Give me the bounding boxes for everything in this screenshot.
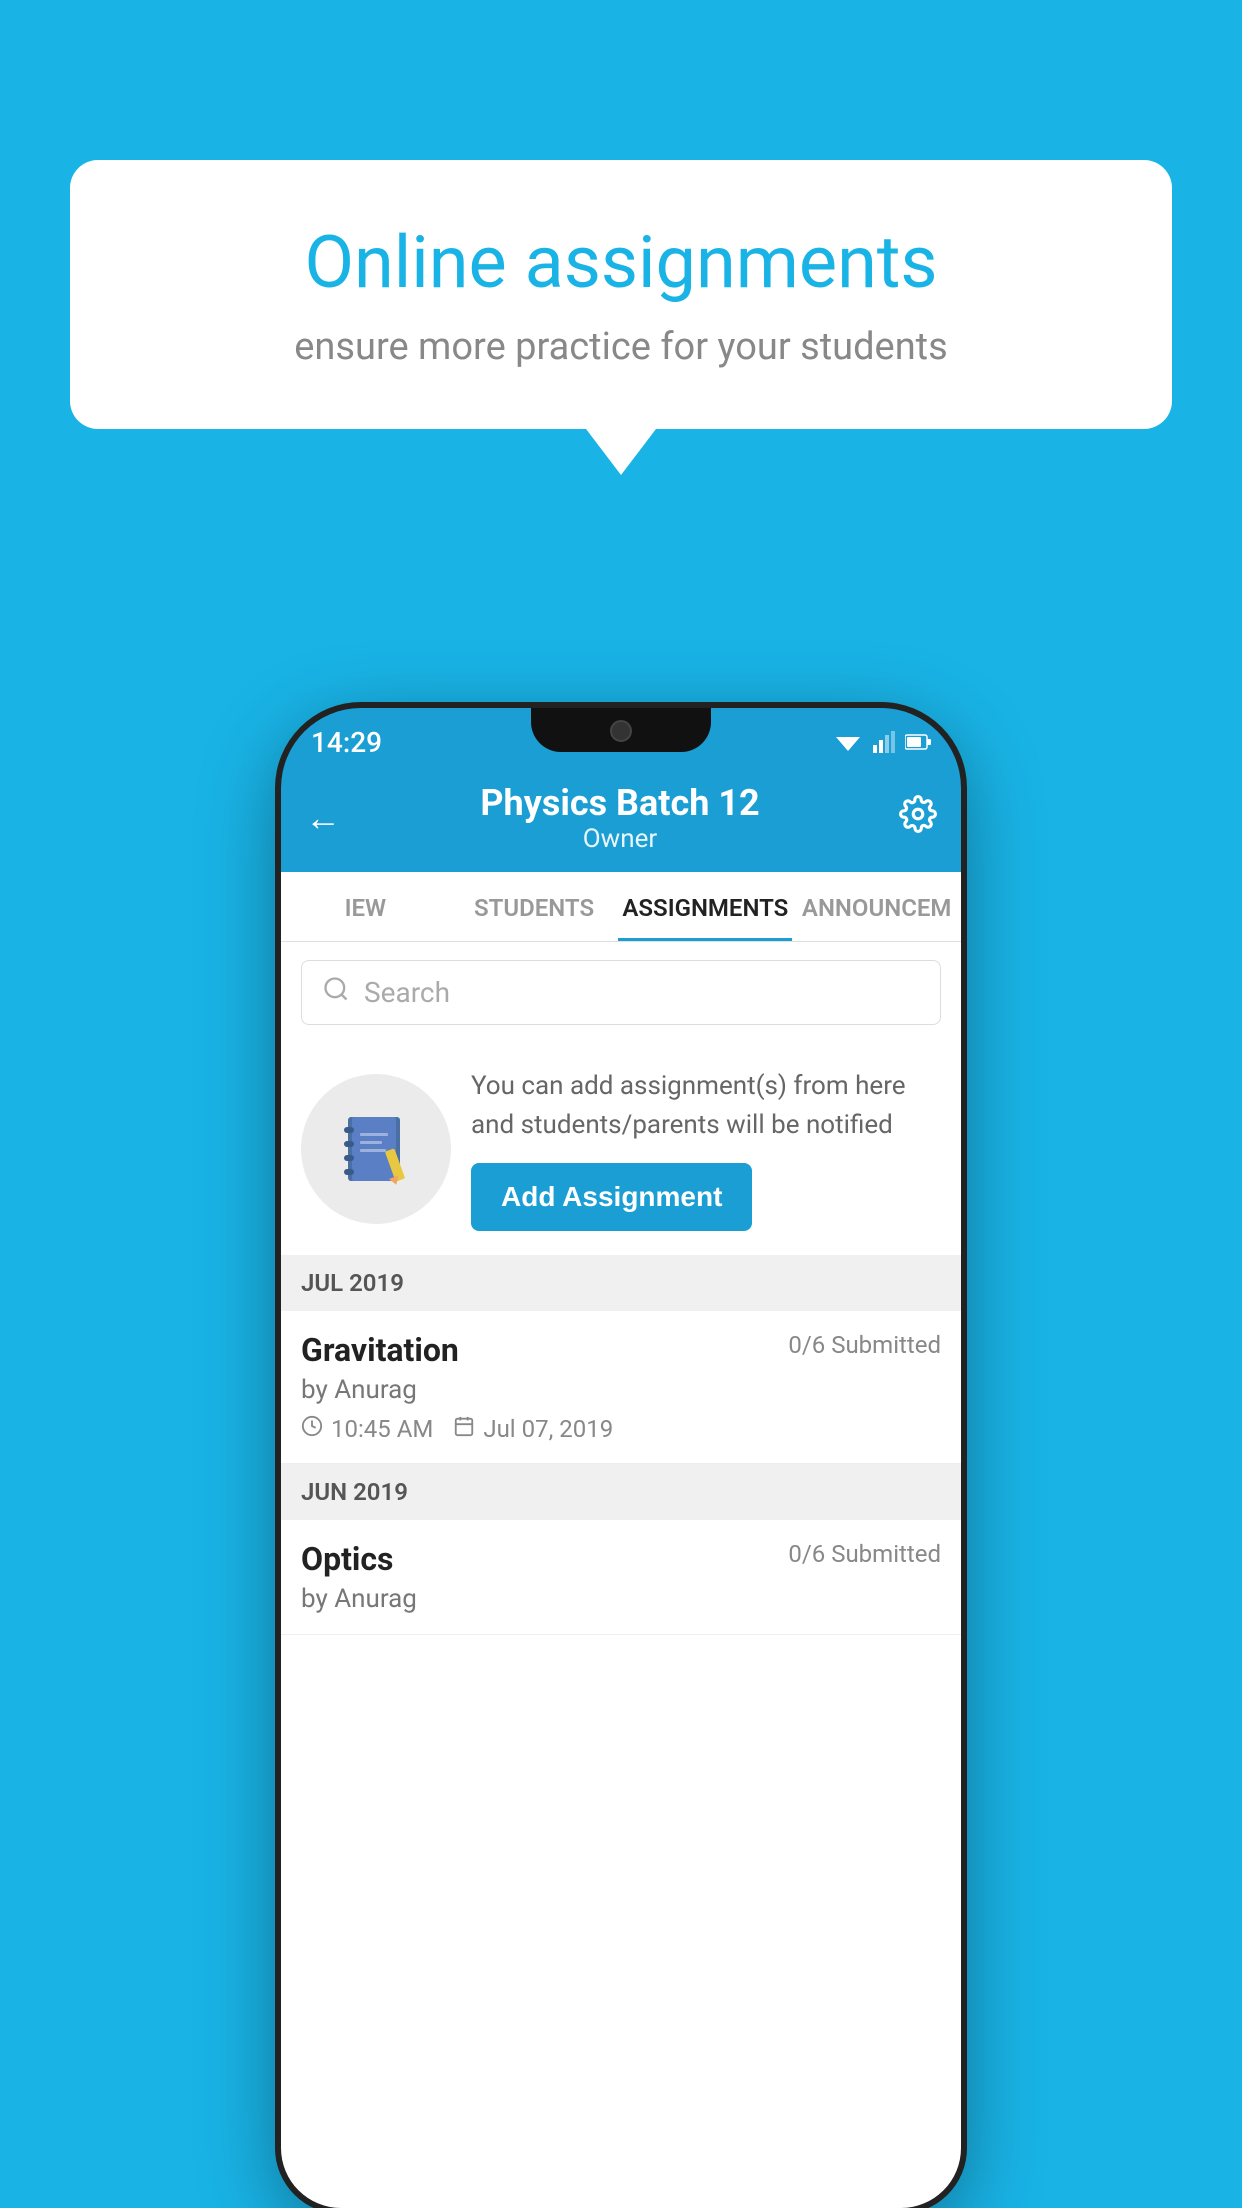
assignment-name-optics: Optics xyxy=(301,1540,393,1578)
status-icons xyxy=(833,731,931,753)
promo-text: You can add assignment(s) from here and … xyxy=(471,1067,941,1145)
back-button[interactable]: ← xyxy=(305,797,341,839)
assignment-meta-gravitation: 10:45 AM Jul 07, 2019 xyxy=(301,1415,941,1443)
assignment-top: Gravitation 0/6 Submitted xyxy=(301,1331,941,1369)
status-time: 14:29 xyxy=(311,726,382,759)
assignment-name-gravitation: Gravitation xyxy=(301,1331,459,1369)
tab-announcements[interactable]: ANNOUNCEM xyxy=(792,872,961,941)
notebook-icon xyxy=(336,1109,416,1189)
promo-icon-circle xyxy=(301,1074,451,1224)
add-assignment-button[interactable]: Add Assignment xyxy=(471,1163,752,1231)
tab-iew[interactable]: IEW xyxy=(281,872,450,941)
battery-icon xyxy=(905,733,931,751)
assignment-time: 10:45 AM xyxy=(301,1415,433,1443)
phone-notch xyxy=(531,708,711,752)
app-header: ← Physics Batch 12 Owner xyxy=(281,768,961,872)
tab-assignments[interactable]: ASSIGNMENTS xyxy=(618,872,792,941)
phone-frame: 14:29 ← Physics Batch 12 xyxy=(281,708,961,2208)
search-placeholder: Search xyxy=(364,976,450,1009)
wifi-icon xyxy=(833,731,863,753)
speech-bubble: Online assignments ensure more practice … xyxy=(70,160,1172,429)
assignment-date: Jul 07, 2019 xyxy=(453,1415,613,1443)
assignment-submitted-optics: 0/6 Submitted xyxy=(788,1540,941,1568)
section-header-jul: JUL 2019 xyxy=(281,1255,961,1311)
phone-screen: Search xyxy=(281,942,961,2208)
speech-bubble-subtitle: ensure more practice for your students xyxy=(140,325,1102,369)
speech-bubble-title: Online assignments xyxy=(140,220,1102,305)
speech-bubble-container: Online assignments ensure more practice … xyxy=(70,160,1172,429)
header-title-main: Physics Batch 12 xyxy=(480,782,759,824)
assignment-by-optics: by Anurag xyxy=(301,1584,941,1614)
assignment-submitted-gravitation: 0/6 Submitted xyxy=(788,1331,941,1359)
search-svg-icon xyxy=(322,975,350,1003)
add-assignment-promo: You can add assignment(s) from here and … xyxy=(281,1043,961,1255)
promo-content: You can add assignment(s) from here and … xyxy=(471,1067,941,1231)
section-header-jun: JUN 2019 xyxy=(281,1464,961,1520)
assignment-date-value: Jul 07, 2019 xyxy=(483,1415,613,1443)
camera xyxy=(610,720,632,742)
search-bar: Search xyxy=(281,942,961,1043)
search-icon xyxy=(322,975,350,1010)
tab-bar: IEW STUDENTS ASSIGNMENTS ANNOUNCEM xyxy=(281,872,961,942)
assignment-item-optics[interactable]: Optics 0/6 Submitted by Anurag xyxy=(281,1520,961,1635)
header-title-sub: Owner xyxy=(480,824,759,854)
assignment-item-gravitation[interactable]: Gravitation 0/6 Submitted by Anurag 10:4… xyxy=(281,1311,961,1464)
gear-icon xyxy=(899,795,937,833)
calendar-icon xyxy=(453,1415,475,1443)
search-input-wrapper[interactable]: Search xyxy=(301,960,941,1025)
assignment-by-gravitation: by Anurag xyxy=(301,1375,941,1405)
clock-icon xyxy=(301,1415,323,1443)
assignment-top-optics: Optics 0/6 Submitted xyxy=(301,1540,941,1578)
settings-button[interactable] xyxy=(899,795,937,842)
signal-icon xyxy=(873,731,895,753)
header-title: Physics Batch 12 Owner xyxy=(480,782,759,854)
tab-students[interactable]: STUDENTS xyxy=(450,872,619,941)
assignment-time-value: 10:45 AM xyxy=(331,1415,433,1443)
